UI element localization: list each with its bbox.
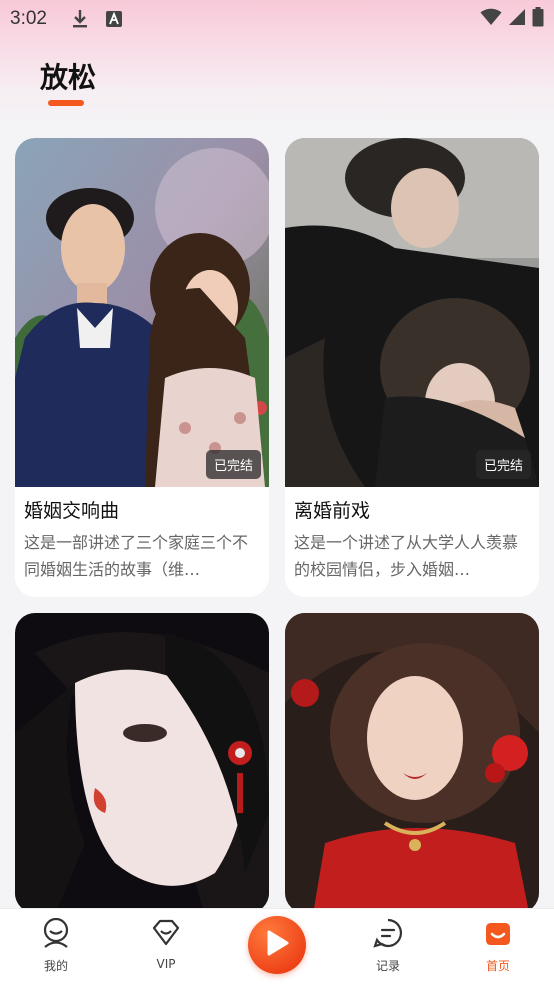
profile-icon [42,917,70,951]
status-badge: 已完结 [475,450,531,479]
story-title: 婚姻交响曲 [24,500,120,522]
wifi-icon [480,8,502,30]
play-button[interactable] [248,916,306,974]
nav-item-mine[interactable]: 我的 [16,917,96,974]
nav-label: VIP [156,957,176,971]
story-card[interactable] [15,613,269,913]
history-icon [373,918,403,951]
story-card[interactable]: 已完结 离婚前戏 这是一个讲述了从大学人人羡慕的校园情侣，步入婚姻… [285,138,539,597]
translate-icon [105,10,123,28]
play-icon [264,929,290,961]
nav-label: 我的 [43,959,68,973]
story-title: 离婚前戏 [294,500,371,522]
nav-item-home[interactable]: 首页 [458,918,538,974]
nav-label: 记录 [375,959,400,973]
download-icon [71,9,89,29]
story-description: 这是一个讲述了从大学人人羡慕的校园情侣，步入婚姻… [294,533,519,579]
story-cover [15,613,269,913]
status-bar: 3:02 [0,0,554,38]
story-card[interactable]: 已完结 婚姻交响曲 这是一部讲述了三个家庭三个不同婚姻生活的故事（维… [15,138,269,597]
story-cover [285,613,539,913]
story-description: 这是一部讲述了三个家庭三个不同婚姻生活的故事（维… [24,533,249,579]
battery-icon [532,7,544,31]
nav-label: 首页 [485,959,510,973]
title-tab-indicator [48,100,84,106]
nav-item-vip[interactable]: VIP [126,918,206,971]
status-badge: 已完结 [205,450,261,479]
story-cover: 已完结 [285,138,539,487]
status-time: 3:02 [10,8,47,29]
nav-item-history[interactable]: 记录 [348,918,428,974]
page-title: 放松 [40,61,97,94]
vip-icon [150,918,182,951]
signal-icon [508,8,526,30]
home-icon [482,918,514,951]
story-card[interactable] [285,613,539,913]
story-cover: 已完结 [15,138,269,487]
